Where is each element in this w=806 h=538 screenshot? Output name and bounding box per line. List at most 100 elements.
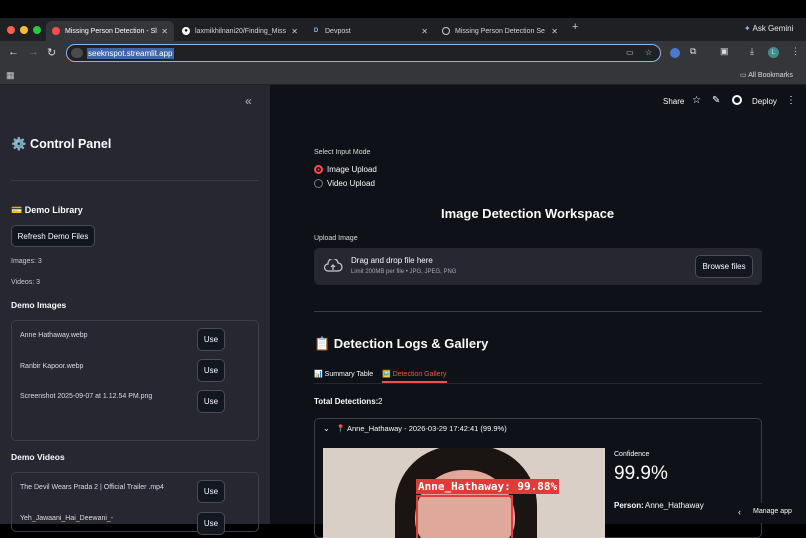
main-menu-icon[interactable]: ⋮: [786, 95, 796, 106]
all-bookmarks-button[interactable]: ▭ All Bookmarks: [740, 71, 793, 79]
tab-title: Missing Person Detection - Sl: [65, 27, 157, 35]
ask-gemini-label: Ask Gemini: [752, 24, 794, 33]
confidence-value: 99.9%: [614, 463, 668, 484]
new-tab-button[interactable]: +: [572, 21, 578, 33]
images-count: Images: 3: [11, 258, 42, 265]
tab-title: laxmikhilnani20/Finding_Miss: [195, 27, 287, 35]
browser-tab-3[interactable]: D Devpost ✕: [306, 21, 434, 41]
reload-icon[interactable]: ↻: [47, 46, 56, 59]
logs-title: 📋 Detection Logs & Gallery: [314, 336, 489, 351]
person-label: Person:: [614, 501, 644, 510]
tab-detection-gallery[interactable]: 🖼️ Detection Gallery: [382, 370, 446, 378]
use-demo-image-button[interactable]: Use: [197, 390, 225, 413]
star-icon[interactable]: ☆: [692, 95, 701, 106]
tab-title: Devpost: [325, 27, 351, 35]
person-value: Anne_Hathaway: [645, 501, 704, 510]
all-bookmarks-label: All Bookmarks: [748, 72, 793, 79]
globe-icon: [442, 27, 450, 35]
manage-app-button[interactable]: ‹ Manage app: [730, 503, 806, 523]
browser-menu-icon[interactable]: ⋮: [791, 46, 800, 57]
devpost-icon: D: [313, 28, 319, 34]
dropzone-title: Drag and drop file here: [351, 256, 433, 265]
browser-tab-1[interactable]: Missing Person Detection - Sl ✕: [46, 21, 174, 41]
video-upload-label[interactable]: Video Upload: [327, 179, 375, 188]
demo-video-name: The Devil Wears Prada 2 | Official Trail…: [20, 484, 164, 491]
close-tab-icon[interactable]: ✕: [291, 27, 298, 36]
detection-bbox: [416, 495, 513, 538]
collapse-sidebar-icon[interactable]: «: [245, 94, 252, 108]
close-window-button[interactable]: [7, 26, 15, 34]
github-icon: ●: [182, 27, 190, 35]
tab-summary-table[interactable]: 📊 Summary Table: [314, 370, 373, 378]
image-upload-radio[interactable]: [314, 165, 323, 174]
back-icon[interactable]: ←: [8, 46, 19, 58]
deploy-button[interactable]: Deploy: [752, 97, 777, 106]
input-mode-label: Select Input Mode: [314, 149, 371, 156]
cloud-upload-icon: [323, 259, 343, 272]
split-view-icon[interactable]: ▣: [720, 46, 729, 57]
chevron-left-icon: ‹: [738, 507, 741, 517]
browser-tab-bar: Missing Person Detection - Sl ✕ ● laxmik…: [0, 18, 806, 41]
url-text[interactable]: seeknspot.streamlit.app: [87, 48, 174, 59]
main-divider: [314, 311, 762, 312]
window-controls: [7, 26, 41, 34]
sidebar-divider: [11, 180, 259, 181]
extensions-puzzle-icon[interactable]: ⧉: [690, 46, 696, 57]
gemini-icon: ✦: [744, 24, 751, 33]
forward-icon[interactable]: →: [28, 46, 39, 58]
demo-videos-heading: Demo Videos: [11, 452, 65, 462]
demo-image-name: Screenshot 2025-09-07 at 1.12.54 PM.png: [20, 393, 153, 400]
chevron-down-icon[interactable]: ⌄: [323, 424, 330, 433]
demo-library-heading: 💳 Demo Library: [11, 205, 83, 215]
tabs-divider: [314, 383, 762, 384]
demo-images-heading: Demo Images: [11, 300, 67, 310]
expander-title[interactable]: 📍 Anne_Hathaway - 2026-03-29 17:42:41 (9…: [336, 424, 507, 433]
download-icon[interactable]: ⤓: [750, 46, 754, 57]
install-app-icon[interactable]: ▭: [626, 48, 634, 57]
share-button[interactable]: Share: [663, 97, 684, 106]
browser-tab-4[interactable]: Missing Person Detection Se ✕: [436, 21, 564, 41]
address-bar[interactable]: seeknspot.streamlit.app ▭ ☆: [66, 44, 661, 62]
use-demo-image-button[interactable]: Use: [197, 359, 225, 382]
use-demo-image-button[interactable]: Use: [197, 328, 225, 351]
streamlit-icon: [52, 27, 60, 35]
github-icon[interactable]: [732, 95, 742, 105]
tab-title: Missing Person Detection Se: [455, 27, 545, 35]
dropzone-hint: Limit 200MB per file • JPG, JPEG, PNG: [351, 269, 457, 275]
use-demo-video-button[interactable]: Use: [197, 480, 225, 503]
bbox-label: Anne_Hathaway: 99.88%: [416, 479, 560, 494]
close-tab-icon[interactable]: ✕: [161, 27, 168, 36]
refresh-demo-files-button[interactable]: Refresh Demo Files: [11, 225, 95, 247]
close-tab-icon[interactable]: ✕: [421, 27, 428, 36]
total-detections-value: 2: [378, 397, 383, 406]
browser-tab-2[interactable]: ● laxmikhilnani20/Finding_Miss ✕: [176, 21, 304, 41]
demo-video-name: Yeh_Jawaani_Hai_Deewani_-: [20, 515, 114, 522]
profile-avatar[interactable]: L: [768, 47, 779, 58]
demo-image-name: Anne Hathaway.webp: [20, 332, 88, 339]
maximize-window-button[interactable]: [33, 26, 41, 34]
control-panel-title: ⚙️ Control Panel: [11, 137, 112, 151]
file-dropzone[interactable]: Drag and drop file here Limit 200MB per …: [314, 248, 762, 285]
manage-app-label: Manage app: [753, 508, 792, 515]
image-upload-label[interactable]: Image Upload: [327, 165, 377, 174]
confidence-label: Confidence: [614, 451, 650, 458]
top-black-strip: [0, 0, 806, 18]
workspace-title: Image Detection Workspace: [441, 206, 615, 221]
close-tab-icon[interactable]: ✕: [551, 27, 558, 36]
upload-label: Upload Image: [314, 235, 358, 242]
bookmark-star-icon[interactable]: ☆: [645, 48, 652, 57]
ask-gemini-button[interactable]: ✦ Ask Gemini: [744, 24, 793, 33]
video-upload-radio[interactable]: [314, 179, 323, 188]
minimize-window-button[interactable]: [20, 26, 28, 34]
bookmarks-bar: [0, 65, 806, 85]
detection-image: Anne_Hathaway: 99.88%: [323, 448, 605, 538]
videos-count: Videos: 3: [11, 279, 41, 286]
edit-pencil-icon[interactable]: ✎: [712, 95, 720, 106]
total-detections-label: Total Detections:: [314, 397, 379, 406]
folder-icon: ▭: [740, 72, 747, 79]
site-info-icon[interactable]: [71, 48, 83, 58]
browse-files-button[interactable]: Browse files: [695, 255, 753, 278]
demo-image-name: Ranbir Kapoor.webp: [20, 363, 84, 370]
apps-grid-icon[interactable]: ▦: [6, 70, 15, 81]
extension-icon[interactable]: [670, 48, 680, 58]
